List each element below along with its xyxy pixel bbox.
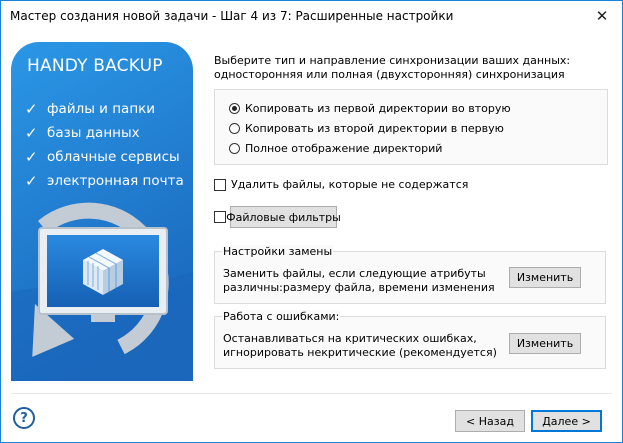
banner-text: HANDY BACKUP ✓ файлы и папки ✓ базы данн… xyxy=(11,42,193,381)
checkbox-label: Удалить файлы, которые не содержатся xyxy=(231,178,469,191)
radio-selected-icon[interactable] xyxy=(229,103,240,114)
checkbox-icon[interactable] xyxy=(214,211,226,223)
feature-label: электронная почта xyxy=(47,173,184,189)
radio-second-to-first[interactable]: Копировать из второй директории в первую xyxy=(229,122,504,135)
file-filters-checkbox[interactable] xyxy=(214,211,226,223)
replace-settings-title: Настройки замены xyxy=(222,245,334,258)
product-banner: HANDY BACKUP ✓ файлы и папки ✓ базы данн… xyxy=(11,42,193,381)
brand-logo: HANDY BACKUP xyxy=(27,56,163,76)
radio-icon[interactable] xyxy=(229,143,240,154)
error-handling-title: Работа с ошибками: xyxy=(222,310,341,323)
feature-item: ✓ файлы и папки xyxy=(25,100,155,118)
feature-item: ✓ электронная почта xyxy=(25,172,184,190)
feature-item: ✓ базы данных xyxy=(25,124,140,142)
radio-first-to-second[interactable]: Копировать из первой директории во втору… xyxy=(229,102,511,115)
feature-label: базы данных xyxy=(47,125,140,141)
window-title: Мастер создания новой задачи - Шаг 4 из … xyxy=(10,9,454,23)
radio-icon[interactable] xyxy=(229,123,240,134)
radio-label: Копировать из второй директории в первую xyxy=(245,122,504,135)
title-bar: Мастер создания новой задачи - Шаг 4 из … xyxy=(1,1,622,31)
error-handling-line1: Останавливаться на критических ошибках, xyxy=(223,332,477,345)
back-button[interactable]: < Назад xyxy=(455,410,525,432)
feature-item: ✓ облачные сервисы xyxy=(25,148,180,166)
close-icon[interactable]: ✕ xyxy=(582,1,622,31)
footer-divider xyxy=(11,393,612,394)
radio-label: Полное отображение директорий xyxy=(245,142,443,155)
error-handling-line2: игнорировать некритические (рекомендуетс… xyxy=(223,346,497,359)
file-filters-button[interactable]: Файловые фильтры xyxy=(226,206,341,228)
replace-change-button[interactable]: Изменить xyxy=(509,267,581,288)
error-change-button[interactable]: Изменить xyxy=(509,333,581,354)
sync-description: Выберите тип и направление синхронизации… xyxy=(214,54,571,81)
radio-full-mirror[interactable]: Полное отображение директорий xyxy=(229,142,442,155)
radio-label: Копировать из первой директории во втору… xyxy=(245,102,511,115)
check-icon: ✓ xyxy=(25,148,38,166)
delete-files-checkbox[interactable]: Удалить файлы, которые не содержатся xyxy=(214,178,468,191)
replace-settings-line1: Заменить файлы, если следующие атрибуты xyxy=(223,267,486,280)
next-button[interactable]: Далее > xyxy=(531,410,602,432)
help-icon[interactable]: ? xyxy=(13,407,35,429)
feature-label: файлы и папки xyxy=(47,101,156,117)
check-icon: ✓ xyxy=(25,124,38,142)
sync-direction-group: Копировать из первой директории во втору… xyxy=(214,89,608,165)
feature-label: облачные сервисы xyxy=(47,149,180,165)
checkbox-icon[interactable] xyxy=(214,178,226,191)
wizard-window: Мастер создания новой задачи - Шаг 4 из … xyxy=(0,0,623,443)
check-icon: ✓ xyxy=(25,100,38,118)
check-icon: ✓ xyxy=(25,172,38,190)
replace-settings-line2: различны:размеру файла, времени изменени… xyxy=(223,281,495,294)
